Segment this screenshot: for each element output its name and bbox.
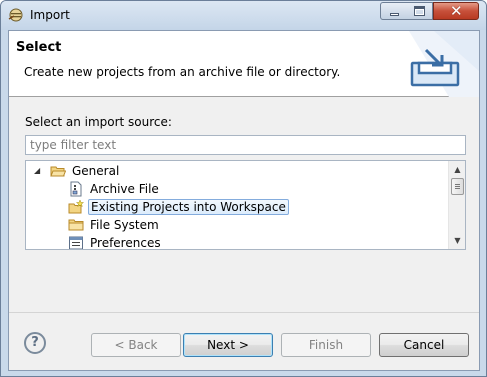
page-description: Create new projects from an archive file…: [24, 65, 341, 79]
scrollbar-thumb[interactable]: [451, 178, 464, 195]
folder-open-icon: [50, 166, 66, 177]
tree-item-preferences[interactable]: Preferences: [68, 234, 163, 250]
import-dialog-window: Import ✕ Select Create new projects from…: [0, 0, 487, 377]
finish-button[interactable]: Finish: [281, 333, 371, 357]
minimize-button[interactable]: [380, 2, 407, 20]
window-title: Import: [30, 8, 70, 22]
footer-separator: [9, 312, 479, 313]
grip-line: [455, 188, 460, 189]
tree-item-file-system[interactable]: File System: [68, 216, 161, 234]
next-button[interactable]: Next >: [183, 333, 273, 357]
tree-item-label: File System: [90, 218, 159, 232]
maximize-icon: [414, 6, 425, 16]
import-wizard-icon: [410, 48, 460, 87]
archive-file-icon: [70, 181, 82, 197]
minimize-icon: [390, 13, 399, 16]
scroll-up-icon[interactable]: ▲: [453, 165, 462, 174]
cancel-button[interactable]: Cancel: [379, 333, 469, 357]
filter-input[interactable]: [25, 135, 466, 155]
dialog-client-area: Select Create new projects from an archi…: [8, 30, 480, 371]
page-title: Select: [16, 40, 62, 55]
tree-item-label: Preferences: [90, 236, 161, 250]
back-button[interactable]: < Back: [91, 333, 181, 357]
new-project-icon: [68, 199, 84, 214]
maximize-button[interactable]: [406, 2, 433, 20]
tree-item-archive-file[interactable]: Archive File: [68, 180, 161, 198]
tree-item-existing-projects[interactable]: Existing Projects into Workspace: [68, 198, 289, 216]
import-source-tree[interactable]: ◢ General Archive File Existing Projects…: [25, 160, 466, 250]
collapse-icon[interactable]: ◢: [34, 166, 44, 176]
folder-icon: [68, 219, 84, 231]
grip-line: [455, 184, 460, 185]
grip-line: [455, 186, 460, 187]
preferences-icon: [69, 236, 83, 249]
scroll-down-icon[interactable]: ▼: [453, 236, 462, 245]
tree-item-general[interactable]: ◢ General: [34, 162, 121, 180]
close-icon: ✕: [450, 2, 463, 20]
help-button[interactable]: ?: [24, 332, 46, 354]
tree-item-label: General: [72, 164, 120, 178]
close-button[interactable]: ✕: [433, 2, 479, 20]
title-bar[interactable]: Import ✕: [1, 1, 486, 30]
tree-vertical-scrollbar[interactable]: ▲ ▼: [448, 161, 465, 249]
tree-item-label: Archive File: [90, 182, 159, 196]
tree-item-label: Existing Projects into Workspace: [88, 199, 289, 215]
eclipse-app-icon: [8, 8, 23, 22]
import-source-label: Select an import source:: [25, 115, 172, 129]
